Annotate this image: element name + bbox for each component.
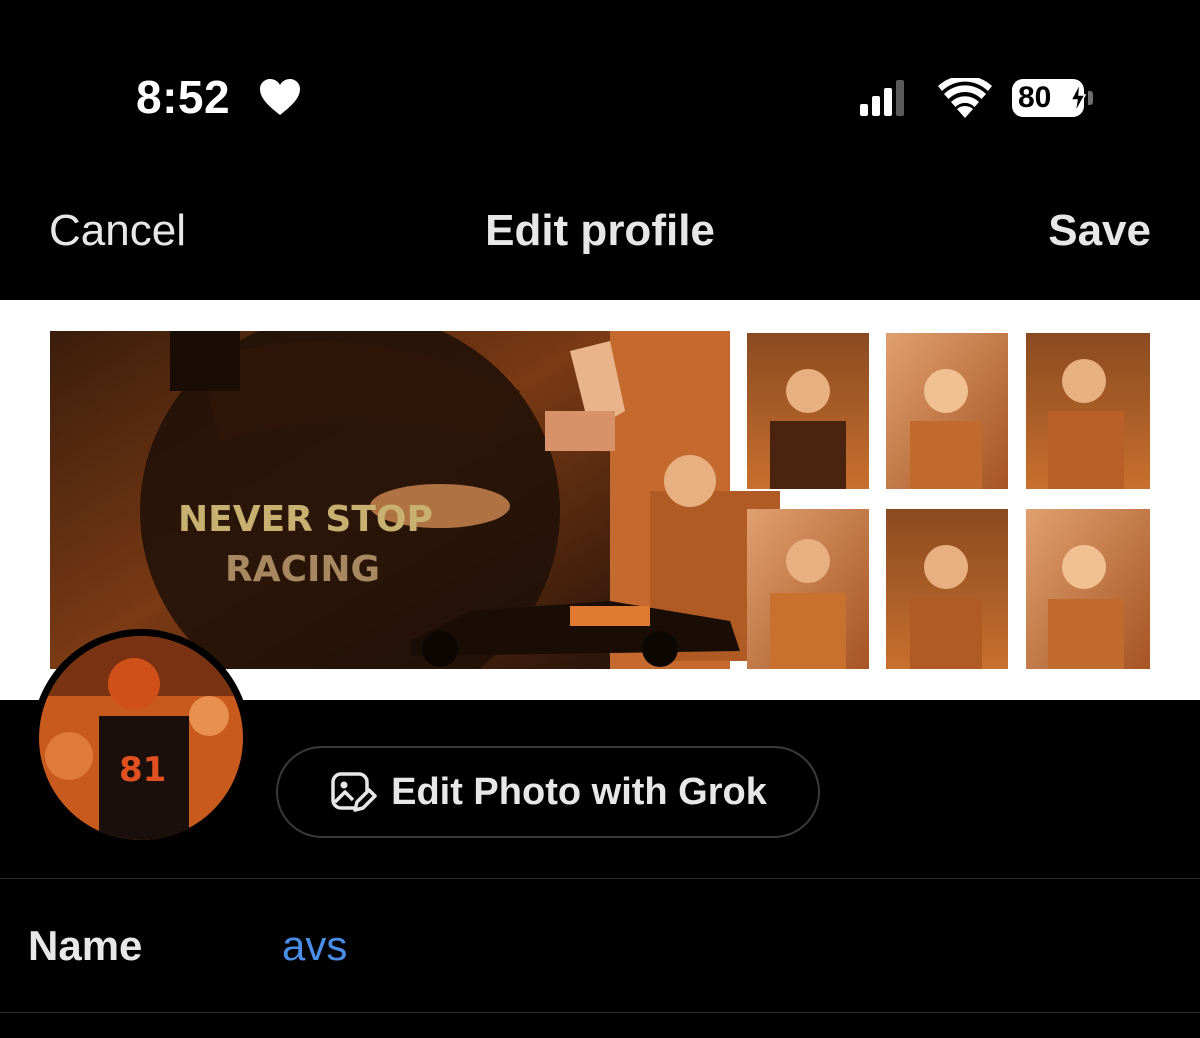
avatar-image: 81 xyxy=(39,636,243,840)
battery-charging-icon: 80 xyxy=(1012,79,1096,119)
status-bar: 8:52 80 xyxy=(0,0,1200,190)
avatar[interactable]: 81 xyxy=(32,629,250,847)
banner-text-line1: NEVER STOP xyxy=(178,499,433,540)
banner-image: NEVER STOP RACING xyxy=(50,331,1150,669)
banner-text-line2: RACING xyxy=(225,549,380,590)
name-field[interactable]: avs xyxy=(282,922,347,970)
wifi-icon xyxy=(938,78,992,118)
divider xyxy=(0,1012,1200,1013)
cellular-signal-icon xyxy=(860,80,904,116)
divider xyxy=(0,878,1200,879)
cancel-button[interactable]: Cancel xyxy=(49,206,186,256)
battery-cap xyxy=(1088,91,1093,105)
save-button[interactable]: Save xyxy=(1048,206,1151,256)
image-edit-icon xyxy=(331,772,377,812)
charging-bolt-icon xyxy=(1070,83,1086,113)
grok-button-label: Edit Photo with Grok xyxy=(391,770,767,813)
svg-text:81: 81 xyxy=(119,750,166,790)
status-time: 8:52 xyxy=(136,71,231,123)
heart-icon xyxy=(260,79,300,115)
edit-photo-with-grok-button[interactable]: Edit Photo with Grok xyxy=(276,746,820,838)
name-label: Name xyxy=(28,922,143,969)
